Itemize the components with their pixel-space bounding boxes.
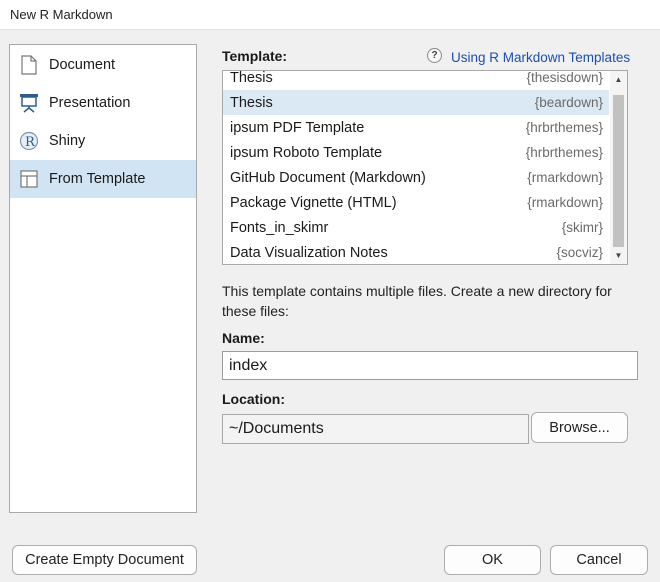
template-package: {rmarkdown}	[527, 170, 603, 185]
sidebar-item-document[interactable]: Document	[10, 46, 196, 84]
template-row[interactable]: Thesis {beardown}	[223, 90, 609, 115]
template-row[interactable]: Package Vignette (HTML) {rmarkdown}	[223, 190, 609, 215]
presentation-easel-icon	[19, 93, 39, 113]
template-package: {thesisdown}	[526, 70, 603, 85]
template-name: Thesis	[230, 94, 273, 111]
template-row[interactable]: ipsum Roboto Template {hrbrthemes}	[223, 140, 609, 165]
template-row[interactable]: Thesis {thesisdown}	[223, 70, 609, 90]
sidebar-item-label: Presentation	[49, 95, 131, 111]
template-row[interactable]: ipsum PDF Template {hrbrthemes}	[223, 115, 609, 140]
template-name: ipsum PDF Template	[230, 119, 365, 136]
window-title-bar: New R Markdown	[0, 0, 660, 30]
ok-button[interactable]: OK	[444, 545, 541, 575]
template-row[interactable]: Data Visualization Notes {socviz}	[223, 240, 609, 264]
r-logo-icon: R	[19, 131, 39, 151]
help-question-icon[interactable]: ?	[427, 48, 442, 63]
template-row[interactable]: GitHub Document (Markdown) {rmarkdown}	[223, 165, 609, 190]
browse-button[interactable]: Browse...	[531, 412, 628, 443]
template-rows: Thesis {thesisdown} Thesis {beardown} ipsu…	[223, 70, 609, 264]
sidebar-item-presentation[interactable]: Presentation	[10, 84, 196, 122]
template-name: ipsum Roboto Template	[230, 144, 383, 161]
template-list[interactable]: Thesis {thesisdown} Thesis {beardown} ipsu…	[222, 70, 628, 265]
template-package: {hrbrthemes}	[525, 145, 603, 160]
template-package: {skimr}	[561, 220, 603, 235]
name-label: Name:	[222, 330, 265, 346]
scrollbar-thumb[interactable]	[613, 95, 624, 247]
template-name: GitHub Document (Markdown)	[230, 169, 426, 186]
help-link[interactable]: Using R Markdown Templates	[451, 50, 630, 65]
list-scrollbar[interactable]: ▲ ▼	[610, 71, 627, 264]
scroll-up-arrow-icon[interactable]: ▲	[610, 71, 627, 88]
svg-text:R: R	[25, 135, 36, 150]
document-icon	[19, 55, 39, 75]
template-package: {beardown}	[534, 95, 603, 110]
template-type-sidebar: Document Presentation R Shiny From Templ…	[9, 44, 197, 513]
template-name: Data Visualization Notes	[230, 244, 388, 261]
location-value: ~/Documents	[229, 420, 324, 437]
cancel-button[interactable]: Cancel	[550, 545, 648, 575]
sidebar-item-label: From Template	[49, 171, 146, 187]
name-input[interactable]: index	[222, 351, 638, 380]
template-package: {hrbrthemes}	[525, 120, 603, 135]
template-package: {socviz}	[556, 245, 603, 260]
sidebar-item-from-template[interactable]: From Template	[10, 160, 196, 198]
template-icon	[19, 169, 39, 189]
window-title: New R Markdown	[10, 7, 113, 22]
templates-help[interactable]: ? Using R Markdown Templates	[427, 48, 630, 65]
location-label: Location:	[222, 391, 285, 407]
template-name: Thesis	[230, 70, 273, 86]
create-empty-document-button[interactable]: Create Empty Document	[12, 545, 197, 575]
template-label: Template:	[222, 48, 288, 64]
location-field: ~/Documents	[222, 414, 529, 444]
template-name: Package Vignette (HTML)	[230, 194, 397, 211]
sidebar-item-label: Document	[49, 57, 116, 73]
template-name: Fonts_in_skimr	[230, 219, 329, 236]
name-input-value: index	[229, 356, 268, 374]
template-package: {rmarkdown}	[527, 195, 603, 210]
sidebar-item-shiny[interactable]: R Shiny	[10, 122, 196, 160]
sidebar-item-label: Shiny	[49, 133, 86, 149]
template-row[interactable]: Fonts_in_skimr {skimr}	[223, 215, 609, 240]
scroll-down-arrow-icon[interactable]: ▼	[610, 247, 627, 264]
template-description: This template contains multiple files. C…	[222, 283, 612, 319]
